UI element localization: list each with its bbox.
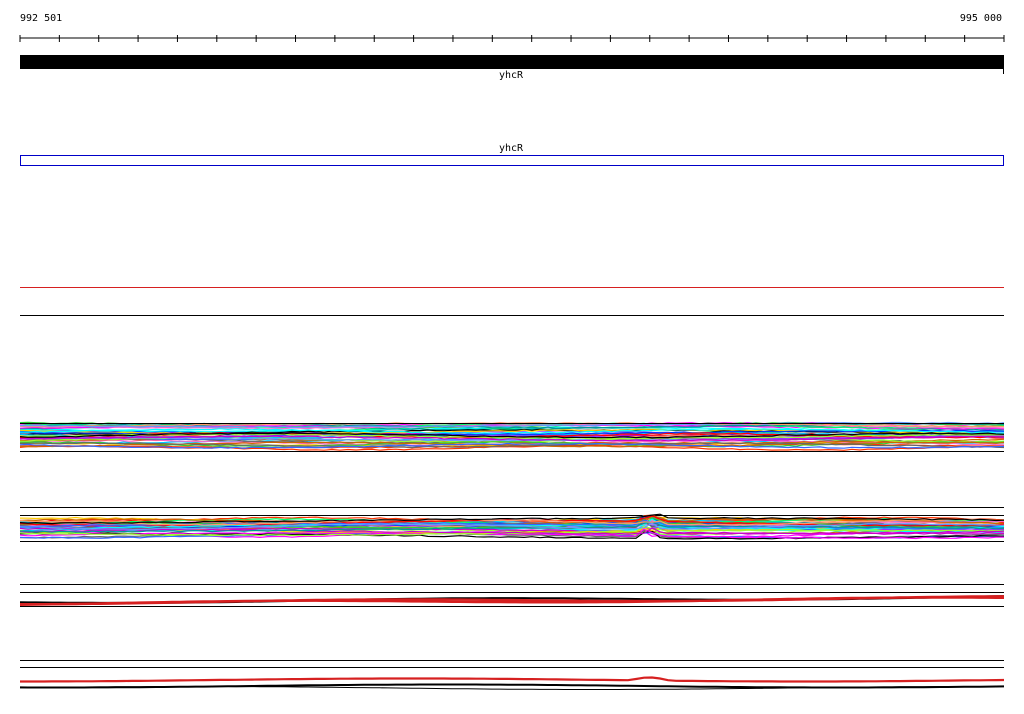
- multi-condition-profiles-1: [19, 421, 1005, 451]
- genome-browser-view: 992 501 995 000 yhcR yhcR: [0, 0, 1024, 714]
- gene-label-feature: yhcR: [498, 143, 524, 154]
- strand-profile-1: [19, 595, 1005, 606]
- profile-series: [20, 676, 1005, 683]
- gene-feature-box[interactable]: [20, 155, 1004, 166]
- coordinate-ruler: [19, 35, 1005, 42]
- tracks-canvas: [19, 35, 1005, 690]
- multi-condition-profiles-2: [19, 513, 1005, 540]
- gene-label-annotation: yhcR: [498, 70, 524, 81]
- strand-profile-2: [19, 676, 1005, 690]
- gene-annotation-bar[interactable]: [20, 55, 1004, 69]
